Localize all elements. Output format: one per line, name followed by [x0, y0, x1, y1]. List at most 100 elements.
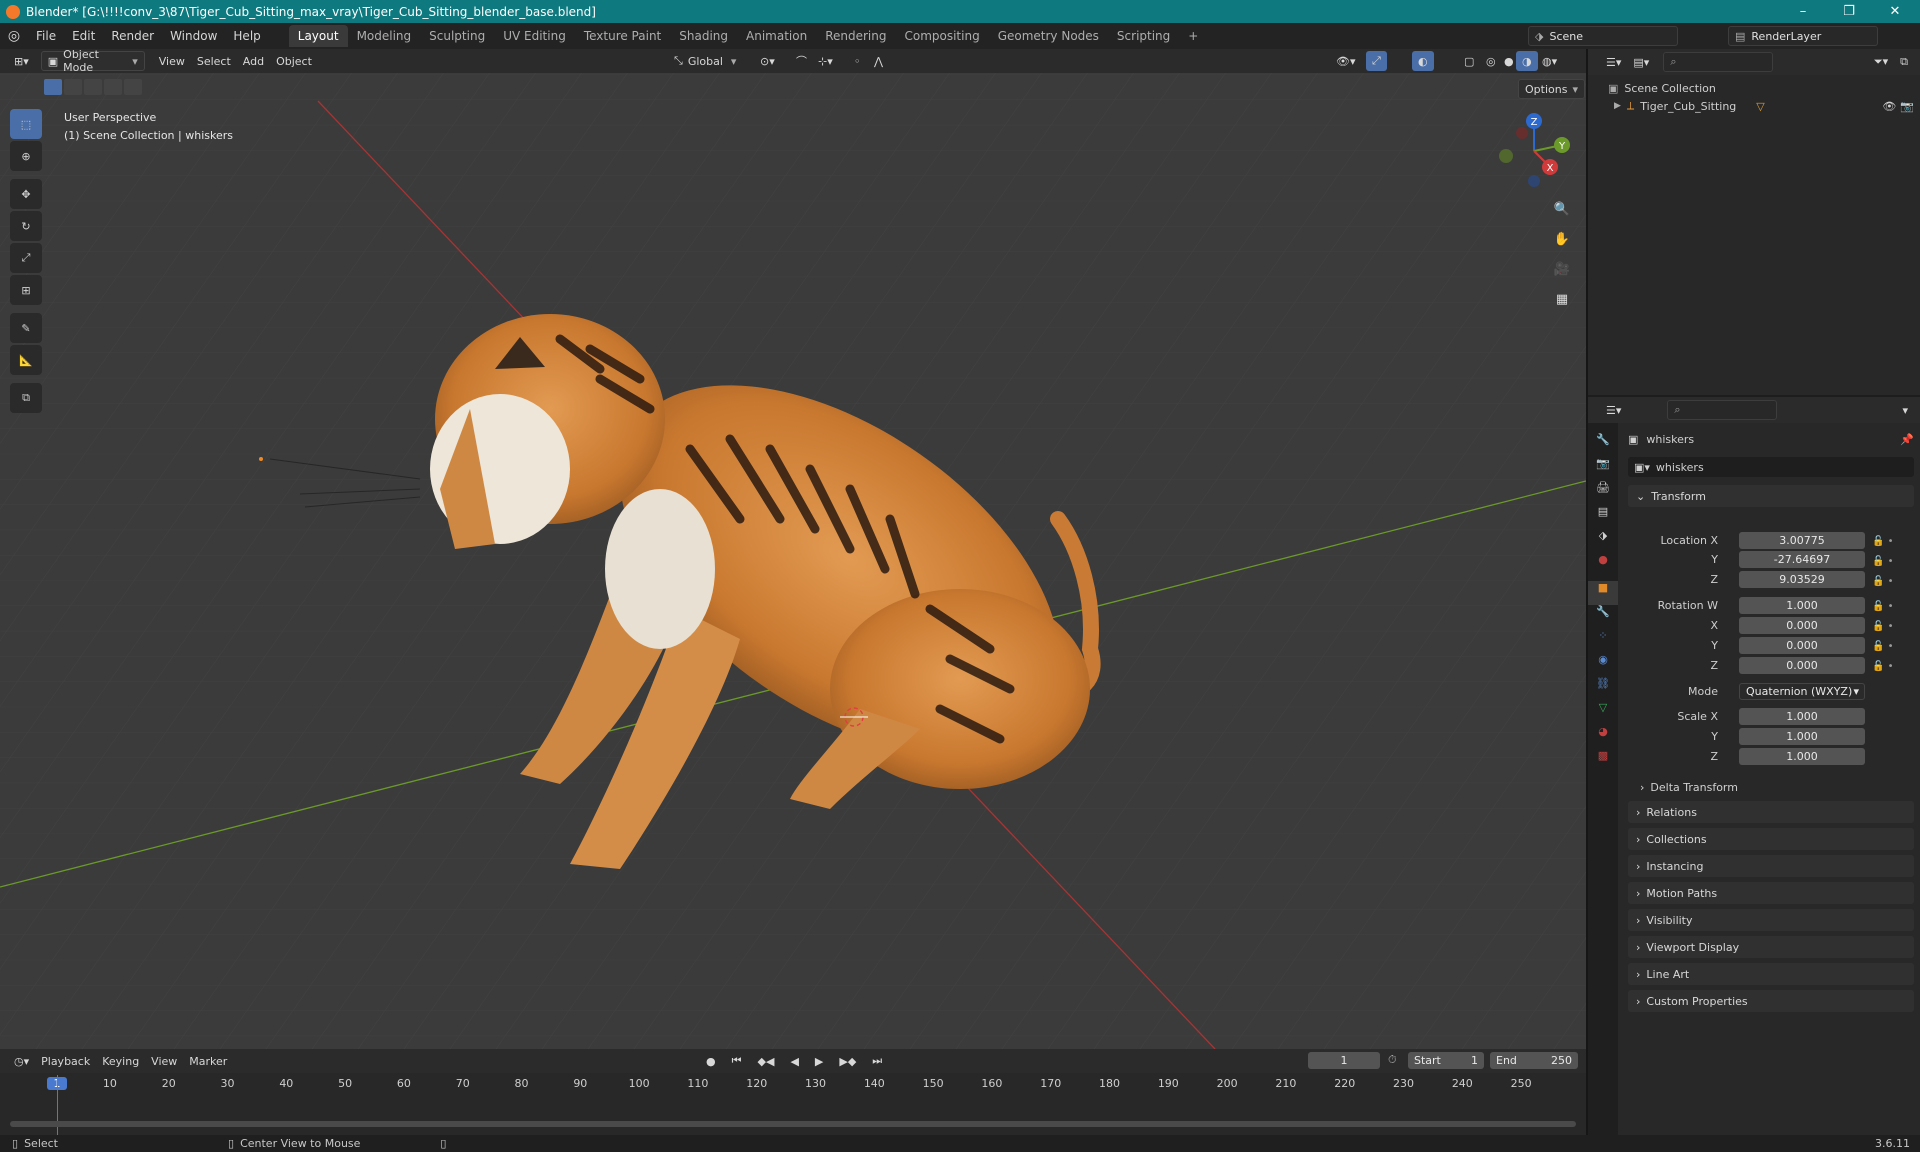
- panel-motion-paths[interactable]: › Motion Paths: [1628, 882, 1914, 904]
- editor-type-icon[interactable]: ⊞▾: [8, 51, 35, 71]
- blender-menu-icon[interactable]: ◎: [0, 28, 28, 44]
- measure-tool-icon[interactable]: 📐: [10, 345, 42, 375]
- menu-window[interactable]: Window: [162, 29, 225, 43]
- panel-line-art[interactable]: › Line Art: [1628, 963, 1914, 985]
- view-layer-selector[interactable]: ▤ RenderLayer: [1728, 26, 1878, 46]
- timeline-scrollbar[interactable]: [10, 1121, 1576, 1127]
- new-collection-icon[interactable]: ⧉: [1894, 52, 1914, 72]
- delta-transform-subpanel[interactable]: › Delta Transform: [1640, 777, 1738, 797]
- select-intersect-icon[interactable]: [124, 79, 142, 95]
- play-reverse-icon[interactable]: ◀: [784, 1051, 804, 1071]
- jump-keyframe-forward-icon[interactable]: ▶◆: [833, 1051, 862, 1071]
- minimize-button[interactable]: –: [1780, 0, 1826, 23]
- menu-select[interactable]: Select: [191, 51, 237, 71]
- world-tab-icon[interactable]: ●: [1588, 553, 1618, 581]
- rendered-shading-icon[interactable]: ◍▾: [1536, 51, 1563, 71]
- constraints-tab-icon[interactable]: ⛓: [1588, 677, 1618, 701]
- menu-object[interactable]: Object: [270, 51, 318, 71]
- current-frame-field[interactable]: 1: [1308, 1052, 1380, 1069]
- panel-viewport-display[interactable]: › Viewport Display: [1628, 936, 1914, 958]
- falloff-icon[interactable]: ⋀: [868, 51, 889, 71]
- menu-marker[interactable]: Marker: [183, 1051, 233, 1071]
- move-tool-icon[interactable]: ✥: [10, 179, 42, 209]
- panel-collections[interactable]: › Collections: [1628, 828, 1914, 850]
- proportional-edit-icon[interactable]: ◦: [848, 51, 867, 71]
- select-box-tool-icon[interactable]: ⬚: [10, 109, 42, 139]
- rotation-y-field[interactable]: 0.000: [1739, 637, 1865, 654]
- visibility-eye-icon[interactable]: 👁: [1882, 100, 1896, 113]
- panel-instancing[interactable]: › Instancing: [1628, 855, 1914, 877]
- transform-panel-header[interactable]: ⌄ Transform: [1628, 485, 1914, 507]
- output-tab-icon[interactable]: 🖨: [1588, 481, 1618, 505]
- camera-view-icon[interactable]: 🎥: [1550, 257, 1574, 281]
- scale-x-field[interactable]: 1.000: [1739, 708, 1865, 725]
- outliner-item-tiger[interactable]: ▶ ⟂ Tiger_Cub_Sitting ▽ 👁 📷: [1614, 97, 1914, 115]
- tool-tab-icon[interactable]: 🔧: [1588, 433, 1618, 457]
- object-datablock-field[interactable]: ▣▾ whiskers: [1628, 457, 1914, 477]
- overlay-toggle-icon[interactable]: ◐: [1412, 51, 1434, 71]
- lock-icon[interactable]: 🔓 •: [1872, 637, 1912, 657]
- scale-tool-icon[interactable]: ⤢: [10, 243, 42, 273]
- xray-toggle-icon[interactable]: ▢: [1458, 51, 1480, 71]
- object-tab-icon[interactable]: ■: [1588, 581, 1618, 605]
- pan-hand-icon[interactable]: ✋: [1550, 227, 1574, 251]
- transform-tool-icon[interactable]: ⊞: [10, 275, 42, 305]
- tab-geometry-nodes[interactable]: Geometry Nodes: [989, 25, 1108, 47]
- tab-sculpting[interactable]: Sculpting: [420, 25, 494, 47]
- rotation-z-field[interactable]: 0.000: [1739, 657, 1865, 674]
- add-workspace-button[interactable]: +: [1179, 25, 1207, 47]
- menu-help[interactable]: Help: [225, 29, 268, 43]
- start-frame-field[interactable]: Start 1: [1408, 1052, 1484, 1069]
- menu-render[interactable]: Render: [103, 29, 162, 43]
- annotate-tool-icon[interactable]: ✎: [10, 313, 42, 343]
- particles-tab-icon[interactable]: ⁘: [1588, 629, 1618, 653]
- tab-scripting[interactable]: Scripting: [1108, 25, 1179, 47]
- jump-end-icon[interactable]: ⏭: [866, 1051, 888, 1071]
- material-shading-icon[interactable]: ◑: [1516, 51, 1538, 71]
- chevron-down-icon[interactable]: ▾: [1896, 400, 1914, 420]
- data-tab-icon[interactable]: ▽: [1588, 701, 1618, 725]
- scale-y-field[interactable]: 1.000: [1739, 728, 1865, 745]
- properties-editor-type-icon[interactable]: ☰▾: [1600, 400, 1627, 420]
- panel-custom-properties[interactable]: › Custom Properties: [1628, 990, 1914, 1012]
- pivot-point-icon[interactable]: ⊙▾: [754, 51, 781, 71]
- options-dropdown[interactable]: Options ▾: [1518, 79, 1585, 99]
- render-camera-icon[interactable]: 📷: [1900, 100, 1914, 113]
- physics-tab-icon[interactable]: ◉: [1588, 653, 1618, 677]
- snap-icon[interactable]: ⌒: [790, 51, 813, 71]
- select-subtract-icon[interactable]: [84, 79, 102, 95]
- menu-add[interactable]: Add: [237, 51, 270, 71]
- timeline-editor-type-icon[interactable]: ◷▾: [8, 1051, 35, 1071]
- gizmo-toggle-icon[interactable]: ⤢: [1366, 51, 1387, 71]
- panel-visibility[interactable]: › Visibility: [1628, 909, 1914, 931]
- snap-target-icon[interactable]: ⊹▾: [812, 51, 839, 71]
- modifier-tab-icon[interactable]: 🔧: [1588, 605, 1618, 629]
- select-extend-icon[interactable]: [64, 79, 82, 95]
- filter-icon[interactable]: ⏷▾: [1868, 52, 1894, 72]
- texture-tab-icon[interactable]: ▩: [1588, 749, 1618, 773]
- menu-file[interactable]: File: [28, 29, 64, 43]
- lock-icon[interactable]: 🔓 •: [1872, 532, 1912, 552]
- 3d-viewport[interactable]: ⊞▾ ▣ Object Mode ▾ View Select Add Objec…: [0, 49, 1586, 1049]
- scene-selector[interactable]: ⬗ Scene: [1528, 26, 1678, 46]
- lock-icon[interactable]: 🔓 •: [1872, 657, 1912, 677]
- menu-view[interactable]: View: [153, 51, 191, 71]
- viewport-scene[interactable]: [0, 49, 1586, 1049]
- tab-texture-paint[interactable]: Texture Paint: [575, 25, 670, 47]
- jump-keyframe-back-icon[interactable]: ◆◀: [752, 1051, 781, 1071]
- display-mode-icon[interactable]: ▤▾: [1627, 52, 1655, 72]
- select-invert-icon[interactable]: [104, 79, 122, 95]
- tab-animation[interactable]: Animation: [737, 25, 816, 47]
- location-z-field[interactable]: 9.03529: [1739, 571, 1865, 588]
- select-new-icon[interactable]: [44, 79, 62, 95]
- tab-layout[interactable]: Layout: [288, 25, 348, 47]
- tab-rendering[interactable]: Rendering: [816, 25, 895, 47]
- rotate-tool-icon[interactable]: ↻: [10, 211, 42, 241]
- close-button[interactable]: ✕: [1872, 0, 1918, 23]
- add-cube-tool-icon[interactable]: ⧉: [10, 383, 42, 413]
- lock-icon[interactable]: 🔓 •: [1872, 552, 1912, 572]
- record-icon[interactable]: ●: [700, 1051, 722, 1071]
- visibility-filter-icon[interactable]: 👁▾: [1330, 51, 1362, 71]
- scale-z-field[interactable]: 1.000: [1739, 748, 1865, 765]
- location-x-field[interactable]: 3.00775: [1739, 532, 1865, 549]
